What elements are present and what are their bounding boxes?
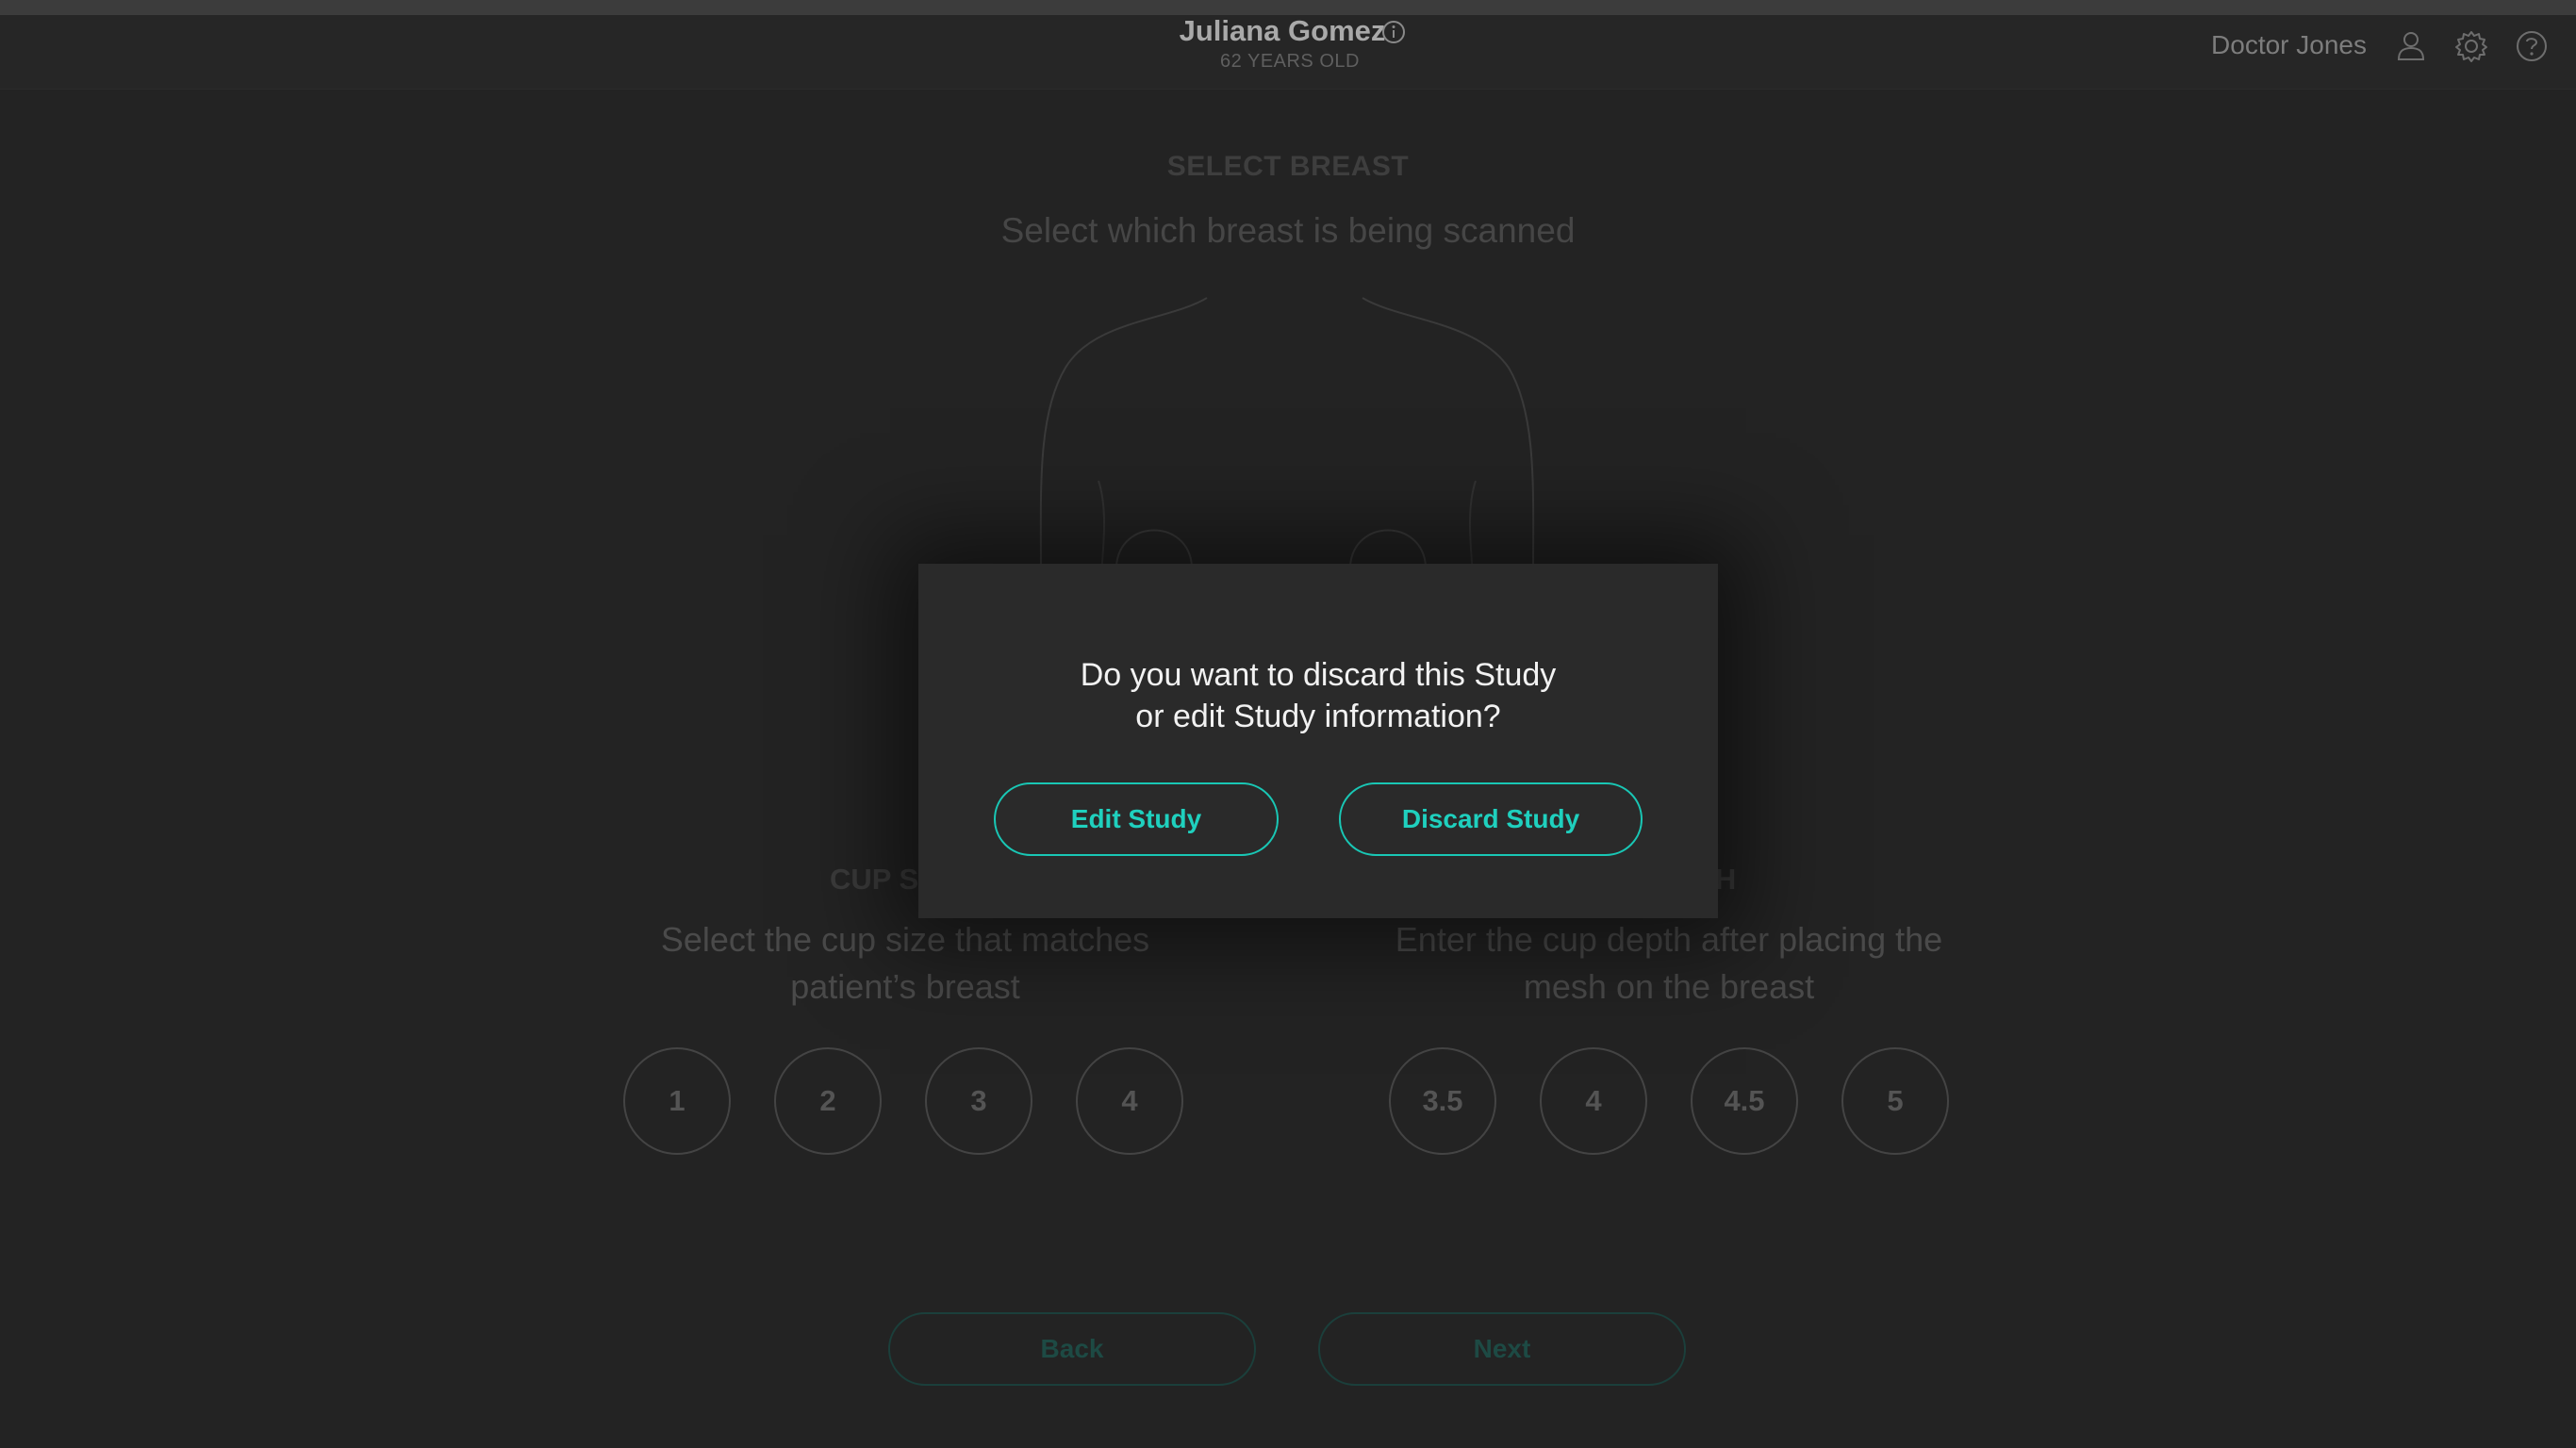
back-button[interactable]: Back xyxy=(888,1312,1256,1386)
discard-study-button[interactable]: Discard Study xyxy=(1339,782,1643,856)
dialog-message-line1: Do you want to discard this Study xyxy=(1080,657,1557,693)
select-breast-title: SELECT BREAST xyxy=(1166,151,1410,182)
user-icon[interactable] xyxy=(2392,27,2430,65)
cup-size-option-3[interactable]: 3 xyxy=(925,1047,1032,1155)
help-icon[interactable] xyxy=(2513,27,2551,65)
patient-age: 62 YEARS OLD xyxy=(1220,51,1360,72)
cup-depth-description-line2: mesh on the breast xyxy=(1523,967,1815,1006)
doctor-name[interactable]: Doctor Jones xyxy=(2169,30,2367,60)
cup-depth-description-line1: Enter the cup depth after placing the xyxy=(1395,920,1943,959)
discard-study-dialog: Do you want to discard this Study or edi… xyxy=(918,564,1718,918)
next-button[interactable]: Next xyxy=(1318,1312,1686,1386)
app-header: Juliana Gomez 62 YEARS OLD Doctor Jones xyxy=(0,15,2576,90)
cup-depth-option-4[interactable]: 4 xyxy=(1540,1047,1647,1155)
cup-depth-description: Enter the cup depth after placing the me… xyxy=(1358,916,1980,1011)
select-breast-subtitle: Select which breast is being scanned xyxy=(1000,211,1576,250)
cup-size-option-2[interactable]: 2 xyxy=(774,1047,882,1155)
gear-icon[interactable] xyxy=(2452,27,2490,65)
cup-size-option-1[interactable]: 1 xyxy=(623,1047,731,1155)
cup-depth-option-4-5[interactable]: 4.5 xyxy=(1691,1047,1798,1155)
cup-depth-option-3-5[interactable]: 3.5 xyxy=(1389,1047,1496,1155)
cup-size-description-line1: Select the cup size that matches xyxy=(660,920,1150,959)
patient-name: Juliana Gomez xyxy=(1179,14,1386,47)
dialog-message: Do you want to discard this Study or edi… xyxy=(918,654,1718,737)
dialog-message-line2: or edit Study information? xyxy=(1135,699,1501,734)
torso-outline-illustration xyxy=(1039,297,1535,575)
top-strip xyxy=(0,0,2576,15)
info-icon[interactable] xyxy=(1381,20,1406,44)
cup-size-description: Select the cup size that matches patient… xyxy=(622,916,1188,1011)
cup-size-option-4[interactable]: 4 xyxy=(1076,1047,1183,1155)
cup-depth-option-5[interactable]: 5 xyxy=(1841,1047,1949,1155)
edit-study-button[interactable]: Edit Study xyxy=(994,782,1279,856)
cup-size-description-line2: patient’s breast xyxy=(790,967,1020,1006)
